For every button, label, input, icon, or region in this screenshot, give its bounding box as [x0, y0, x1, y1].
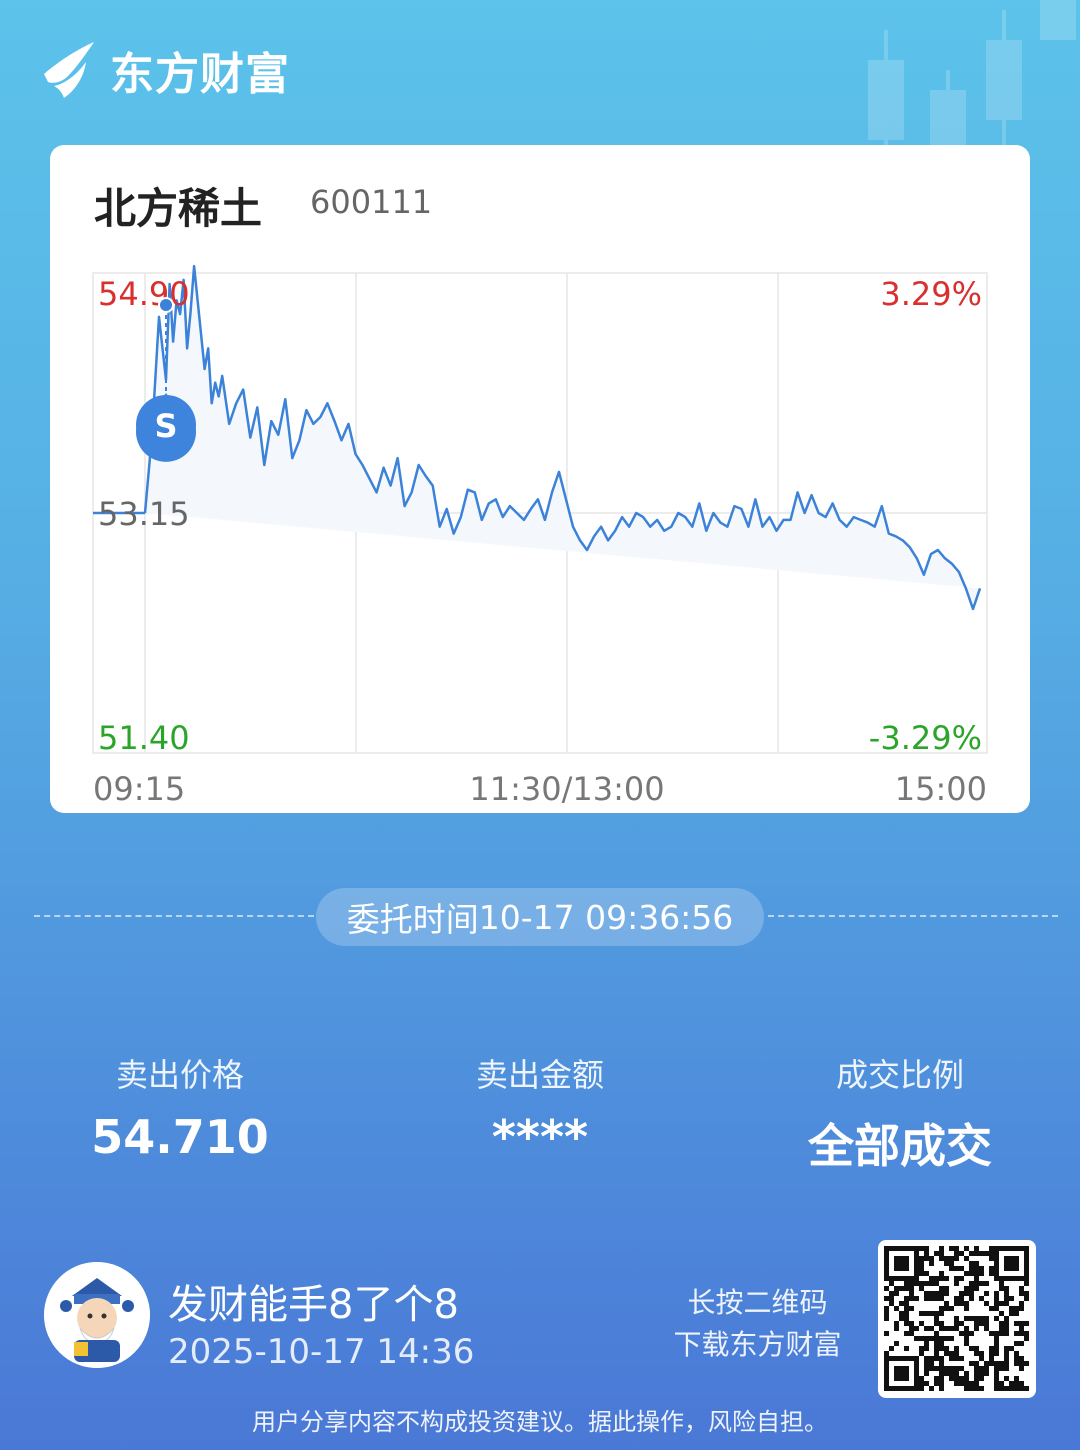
sell-marker-label: S: [154, 407, 177, 445]
brand-feather-icon: [44, 42, 94, 98]
stat-value: ****: [491, 1110, 589, 1164]
qr-hint-line2: 下载东方财富: [673, 1328, 842, 1361]
y-label-top-pct: 3.29%: [880, 275, 982, 313]
stat-fill-ratio: 成交比例 全部成交: [750, 1050, 1050, 1176]
y-label-bottom-price: 51.40: [98, 719, 190, 757]
x-label-midday: 11:30/13:00: [469, 770, 664, 808]
order-time-pill: 委托时间 10-17 09:36:56: [316, 888, 764, 946]
divider-right: [768, 915, 1058, 917]
order-time-value: 10-17 09:36:56: [478, 897, 734, 937]
disclaimer: 用户分享内容不构成投资建议。据此操作，风险自担。: [252, 1408, 828, 1436]
stat-sell-price: 卖出价格 54.710: [30, 1050, 330, 1164]
x-label-close: 15:00: [895, 770, 987, 808]
qr-hint-line1: 长按二维码: [687, 1286, 828, 1319]
mascot-avatar-icon: [44, 1262, 150, 1368]
stat-sell-amount: 卖出金额 ****: [390, 1050, 690, 1164]
order-time-label: 委托时间: [346, 900, 479, 939]
stat-label: 卖出价格: [115, 1056, 244, 1094]
share-time: 2025-10-17 14:36: [168, 1332, 475, 1372]
qr-code[interactable]: [878, 1240, 1036, 1398]
brand-name: 东方财富: [110, 49, 290, 100]
y-label-mid-price: 53.15: [98, 495, 190, 533]
y-label-top-price: 54.90: [98, 275, 190, 313]
stat-value: 全部成交: [808, 1119, 992, 1173]
stat-value: 54.710: [91, 1110, 269, 1164]
price-area: [145, 266, 980, 609]
background-candles: [868, 0, 1076, 150]
avatar[interactable]: [44, 1262, 150, 1368]
divider-left: [34, 915, 314, 917]
intraday-chart: 54.90 53.15 51.40 3.29% -3.29% 09:15 11:…: [92, 264, 988, 808]
qr-code-icon: [884, 1246, 1029, 1391]
y-label-bottom-pct: -3.29%: [869, 719, 982, 757]
brand-logo: 东方财富: [40, 38, 290, 102]
qr-hint: 长按二维码 下载东方财富: [650, 1282, 865, 1366]
stat-label: 卖出金额: [475, 1056, 604, 1094]
stat-label: 成交比例: [835, 1056, 964, 1094]
user-name: 发财能手8了个8: [168, 1282, 459, 1328]
x-label-open: 09:15: [93, 770, 185, 808]
stock-chart-card: 北方稀土 600111 54.90 53.15 51.40 3.29% -3.2…: [50, 145, 1030, 813]
